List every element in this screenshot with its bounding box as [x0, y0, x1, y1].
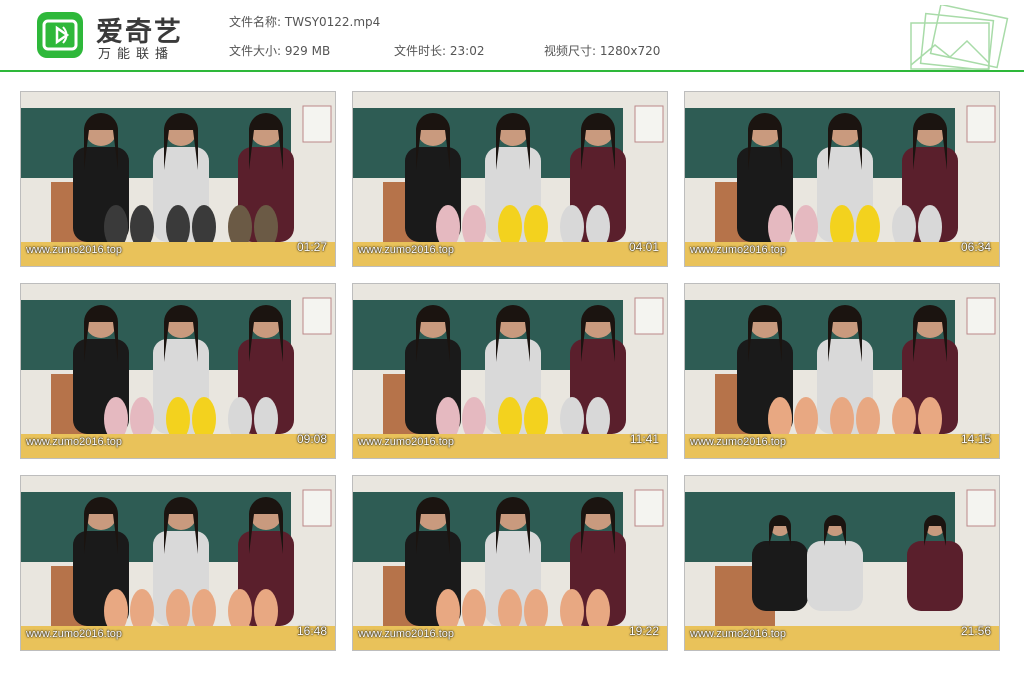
watermark-text: www.zumo2016.top: [690, 628, 786, 640]
timestamp-label: 14:15: [960, 432, 991, 446]
file-name: 文件名称: TWSY0122.mp4: [229, 13, 380, 30]
watermark-text: www.zumo2016.top: [358, 628, 454, 640]
video-thumbnail[interactable]: www.zumo2016.top 04:01: [352, 91, 668, 267]
watermark-text: www.zumo2016.top: [358, 436, 454, 448]
video-thumbnail[interactable]: www.zumo2016.top 19:22: [352, 475, 668, 651]
watermark-text: www.zumo2016.top: [26, 628, 122, 640]
file-size-label: 文件大小:: [229, 44, 282, 58]
header: 爱奇艺 万能联播 文件名称: TWSY0122.mp4 文件大小: 929 MB…: [0, 0, 1024, 71]
timestamp-label: 06:34: [960, 240, 991, 254]
file-duration-value: 23:02: [449, 44, 485, 58]
classroom-scene-image: [353, 284, 667, 458]
photo-stack-icon: [910, 5, 1009, 71]
timestamp-label: 16:48: [296, 624, 327, 638]
file-duration: 文件时长: 23:02: [394, 42, 484, 59]
file-size-value: 929 MB: [284, 44, 331, 58]
iqiyi-logo-icon: [37, 12, 83, 58]
classroom-scene-image: [685, 476, 999, 650]
brand-subtitle: 万能联播: [98, 47, 175, 62]
classroom-scene-image: [21, 476, 335, 650]
video-resolution-label: 视频尺寸:: [544, 44, 597, 58]
video-thumbnail[interactable]: www.zumo2016.top 09:08: [20, 283, 336, 459]
video-thumbnail[interactable]: www.zumo2016.top 11:41: [352, 283, 668, 459]
watermark-text: www.zumo2016.top: [690, 436, 786, 448]
watermark-text: www.zumo2016.top: [26, 244, 122, 256]
file-name-label: 文件名称:: [229, 15, 282, 29]
video-thumbnail[interactable]: www.zumo2016.top 16:48: [20, 475, 336, 651]
timestamp-label: 11:41: [629, 432, 659, 446]
classroom-scene-image: [21, 92, 335, 266]
timestamp-label: 21:56: [960, 624, 991, 638]
classroom-scene-image: [685, 92, 999, 266]
watermark-text: www.zumo2016.top: [690, 244, 786, 256]
file-size: 文件大小: 929 MB: [229, 42, 330, 59]
header-divider: [0, 70, 1024, 72]
video-thumbnail[interactable]: www.zumo2016.top 14:15: [684, 283, 1000, 459]
video-thumbnail[interactable]: www.zumo2016.top 06:34: [684, 91, 1000, 267]
video-thumbnail[interactable]: www.zumo2016.top 21:56: [684, 475, 1000, 651]
timestamp-label: 01:27: [296, 240, 327, 254]
timestamp-label: 19:22: [628, 624, 659, 638]
classroom-scene-image: [353, 92, 667, 266]
video-resolution: 视频尺寸: 1280x720: [544, 42, 660, 59]
classroom-scene-image: [353, 476, 667, 650]
timestamp-label: 04:01: [628, 240, 659, 254]
video-thumbnail[interactable]: www.zumo2016.top 01:27: [20, 91, 336, 267]
file-duration-label: 文件时长:: [394, 44, 447, 58]
watermark-text: www.zumo2016.top: [358, 244, 454, 256]
timestamp-label: 09:08: [296, 432, 327, 446]
watermark-text: www.zumo2016.top: [26, 436, 122, 448]
file-name-value: TWSY0122.mp4: [284, 15, 381, 29]
classroom-scene-image: [21, 284, 335, 458]
video-resolution-value: 1280x720: [599, 44, 661, 58]
classroom-scene-image: [685, 284, 999, 458]
